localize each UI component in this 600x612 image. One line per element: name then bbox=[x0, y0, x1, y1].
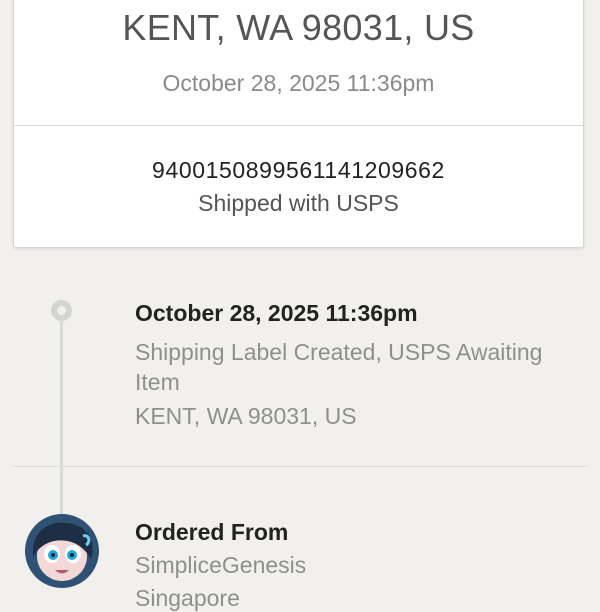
section-divider bbox=[12, 466, 588, 467]
carrier-text: Shipped with USPS bbox=[198, 190, 399, 216]
shop-name-link[interactable]: SimpliceGenesis bbox=[135, 552, 306, 579]
timeline-line bbox=[60, 316, 63, 521]
shop-avatar-image bbox=[25, 514, 99, 588]
event-status: Shipping Label Created, USPS Awaiting It… bbox=[135, 339, 543, 395]
shop-avatar[interactable] bbox=[25, 514, 99, 588]
event-location: KENT, WA 98031, US bbox=[135, 403, 357, 429]
shipment-location-section: KENT, WA 98031, US October 28, 2025 11:3… bbox=[14, 0, 583, 126]
event-datetime: October 28, 2025 11:36pm bbox=[135, 300, 418, 326]
shipment-datetime: October 28, 2025 11:36pm bbox=[162, 70, 435, 96]
timeline-dot-icon bbox=[51, 300, 72, 321]
shop-location: Singapore bbox=[135, 585, 240, 611]
shipment-summary-card: KENT, WA 98031, US October 28, 2025 11:3… bbox=[13, 0, 584, 248]
shipment-location: KENT, WA 98031, US bbox=[122, 7, 475, 48]
tracking-number[interactable]: 9400150899561141209662 bbox=[14, 157, 583, 184]
ordered-from-heading: Ordered From bbox=[135, 519, 289, 545]
